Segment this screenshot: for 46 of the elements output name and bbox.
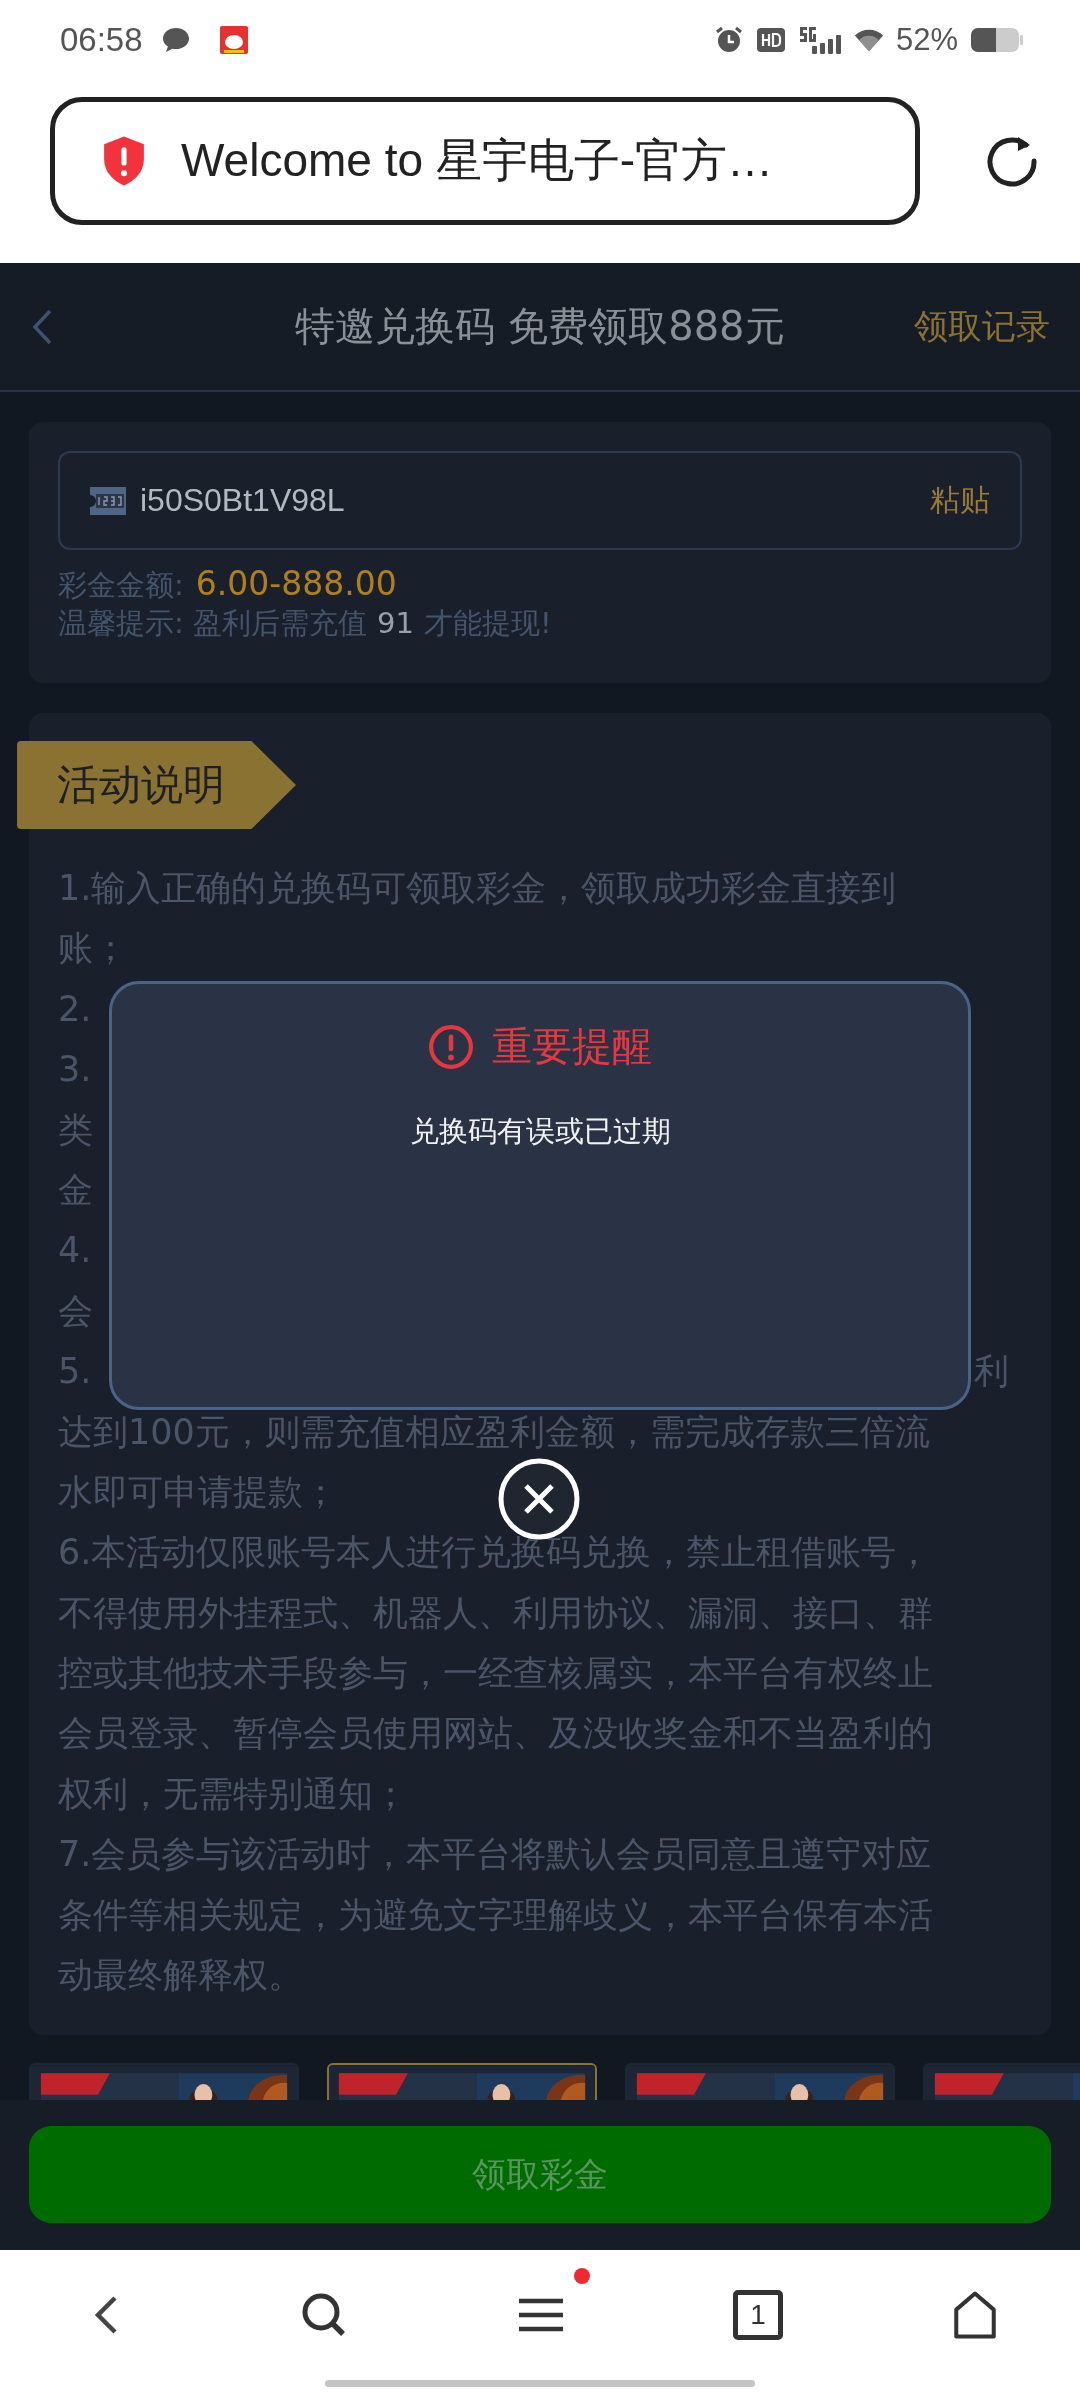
alert-icon [428, 1023, 474, 1070]
tip-amount: 91 [377, 605, 414, 641]
battery-percentage: 52% [895, 22, 958, 58]
rules-text: 金 [58, 1168, 93, 1212]
rules-text: 类 [58, 1108, 93, 1152]
rules-text: 条件等相关规定，为避免文字理解歧义，本平台保有本活 [58, 1893, 933, 1937]
paste-button[interactable]: 粘贴 [930, 480, 990, 521]
battery-icon [970, 26, 1024, 54]
amount-label: 彩金金额: [58, 567, 184, 603]
address-bar[interactable]: Welcome to 星宇电子-官方… [50, 97, 920, 225]
page-heading: 特邀兑换码 免费领取888元 [295, 302, 785, 351]
rules-text: 利 [974, 1350, 1009, 1394]
rules-text: 会 [58, 1289, 93, 1333]
rules-text: 控或其他技术手段参与，一经查核属实，本平台有权终止 [58, 1652, 933, 1696]
clock-time: 06:58 [60, 21, 143, 59]
rules-text: 1.输入正确的兑换码可领取彩金，领取成功彩金直接到 [58, 867, 897, 910]
app-notification-icon [218, 25, 249, 55]
tab-count-button[interactable]: 1 [733, 2290, 783, 2340]
rules-text: 5. [58, 1350, 92, 1394]
rules-text: 达到100元，则需充值相应盈利金额，需完成存款三倍流 [58, 1410, 930, 1454]
page-title: Welcome to 星宇电子-官方… [181, 133, 774, 188]
rules-text: 4. [58, 1229, 92, 1273]
rules-text: 2. [58, 987, 92, 1031]
rules-text: 3. [58, 1048, 92, 1092]
rules-text: 权利，无需特别通知； [58, 1772, 408, 1816]
dialog-message: 兑换码有误或已过期 [409, 1113, 671, 1150]
redeem-code-field[interactable]: i50S0Bt1V98L 粘贴 [58, 451, 1022, 550]
rules-text: 会员登录、暂停会员使用网站、及没收奖金和不当盈利的 [58, 1712, 933, 1756]
amount-range: 6.00-888.00 [195, 566, 397, 602]
shield-warning-icon [101, 135, 147, 187]
rules-text: 6.本活动仅限账号本人进行兑换码兑换，禁止租借账号， [58, 1531, 932, 1575]
ticket-icon [88, 484, 128, 517]
rules-text: 7.会员参与该活动时，本平台将默认会员同意且遵守对应 [58, 1833, 932, 1877]
rules-text: 不得使用外挂程式、机器人、利用协议、漏洞、接口、群 [58, 1591, 933, 1635]
section-ribbon: 活动说明 [17, 741, 296, 829]
dialog-title: 重要提醒 [492, 1022, 652, 1071]
rules-text: 动最终解释权。 [58, 1954, 303, 1998]
signal-icon [797, 25, 842, 55]
claim-history-link[interactable]: 领取记录 [914, 303, 1050, 350]
hd-icon [755, 25, 786, 55]
rules-text: 账； [58, 927, 128, 971]
tip-text: 温馨提示: 盈利后需充值 [58, 605, 367, 641]
tip-text: 才能提现! [423, 605, 552, 641]
rules-text: 水即可申请提款； [58, 1470, 338, 1514]
chat-bubble-icon [160, 25, 191, 55]
alarm-icon [713, 25, 744, 55]
